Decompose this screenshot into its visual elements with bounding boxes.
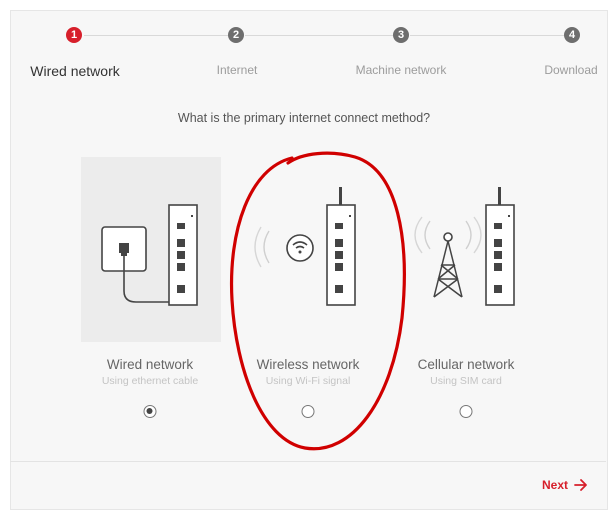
footer-divider	[10, 461, 606, 462]
radio-wireless[interactable]	[301, 405, 315, 418]
option-cellular-subtitle: Using SIM card	[430, 375, 502, 387]
wifi-icon	[254, 187, 356, 306]
radio-wired[interactable]	[143, 405, 157, 418]
step-2-label[interactable]: Internet	[217, 63, 258, 77]
option-cellular-card[interactable]	[398, 157, 538, 357]
option-wireless-title: Wireless network	[256, 357, 360, 372]
stepper-track	[245, 35, 393, 36]
arrow-right-icon	[574, 479, 587, 491]
stepper-track	[84, 35, 228, 36]
next-button-label: Next	[541, 478, 568, 492]
radio-cellular[interactable]	[459, 405, 473, 418]
step-3-indicator[interactable]: 3	[393, 27, 409, 43]
option-wired-card[interactable]	[81, 157, 221, 357]
cell-tower-icon	[414, 187, 515, 306]
stepper-track	[410, 35, 564, 36]
option-wired-subtitle: Using ethernet cable	[101, 375, 199, 387]
ethernet-wall-socket-icon	[101, 204, 198, 306]
step-1-indicator[interactable]: 1	[66, 27, 82, 43]
step-4-label[interactable]: Download	[544, 63, 597, 77]
option-wireless-subtitle: Using Wi-Fi signal	[265, 375, 351, 387]
step-2-indicator[interactable]: 2	[228, 27, 244, 43]
option-cellular-title: Cellular network	[417, 357, 515, 372]
step-1-label[interactable]: Wired network	[30, 63, 119, 79]
option-wireless-card[interactable]	[239, 157, 379, 357]
step-4-indicator[interactable]: 4	[564, 27, 580, 43]
next-button[interactable]: Next	[542, 478, 588, 492]
question-text: What is the primary internet connect met…	[177, 111, 431, 125]
step-3-label[interactable]: Machine network	[356, 63, 447, 77]
option-wired-title: Wired network	[106, 357, 194, 372]
wizard-stepper: 1 2 3 4 Wired network Internet Machine n…	[0, 0, 608, 90]
